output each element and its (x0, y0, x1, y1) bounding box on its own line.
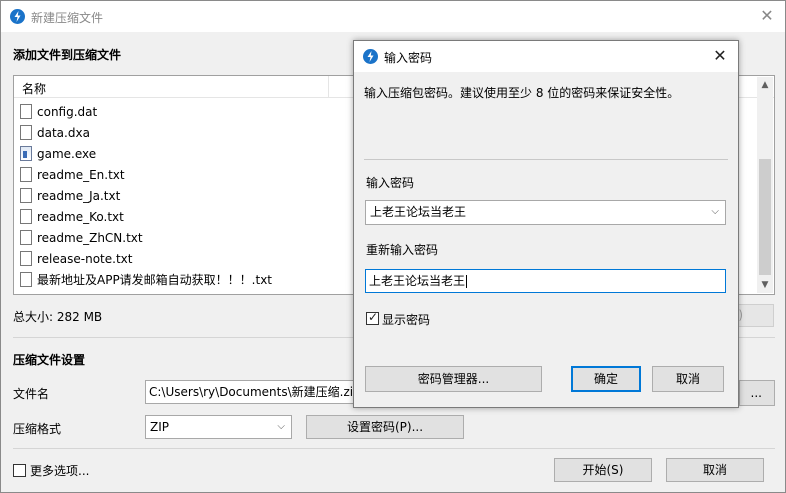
dialog-title-bar: 输入密码 ✕ (354, 41, 738, 72)
file-name: readme_En.txt (37, 167, 125, 182)
file-icon (20, 251, 32, 266)
confirm-password-input[interactable]: 上老王论坛当老王 (365, 269, 726, 293)
title-bar: 新建压缩文件 ✕ (1, 1, 785, 32)
file-row[interactable]: release-note.txt (20, 248, 132, 269)
set-password-button[interactable]: 设置密码(P)... (306, 415, 464, 439)
confirm-password-value: 上老王论坛当老王 (369, 274, 466, 288)
scroll-thumb[interactable] (759, 159, 771, 275)
file-row[interactable]: readme_Ja.txt (20, 185, 120, 206)
file-row[interactable]: readme_ZhCN.txt (20, 227, 143, 248)
file-name: game.exe (37, 146, 97, 161)
dialog-cancel-button[interactable]: 取消 (652, 366, 724, 392)
format-select-value: ZIP (150, 420, 169, 434)
dialog-title: 输入密码 (384, 51, 433, 65)
file-icon (20, 230, 32, 245)
password-label: 输入密码 (366, 176, 415, 190)
browse-button[interactable]: ... (739, 380, 775, 406)
scroll-down-icon[interactable]: ▼ (757, 277, 773, 293)
browse-label: ... (750, 386, 762, 400)
file-row[interactable]: data.dxa (20, 122, 90, 143)
file-row[interactable]: game.exe (20, 143, 96, 164)
column-divider[interactable] (328, 76, 329, 98)
file-name: readme_Ja.txt (37, 188, 121, 203)
file-name: release-note.txt (37, 251, 133, 266)
settings-heading: 压缩文件设置 (13, 353, 86, 367)
dialog-description: 输入压缩包密码。建议使用至少 8 位的密码来保证安全性。 (364, 86, 680, 100)
file-icon (20, 188, 32, 203)
password-manager-button[interactable]: 密码管理器... (365, 366, 542, 392)
file-name: readme_Ko.txt (37, 209, 124, 224)
column-header-label: 名称 (22, 82, 47, 96)
password-value: 上老王论坛当老王 (370, 205, 467, 219)
window-title: 新建压缩文件 (31, 11, 104, 25)
more-options-label[interactable]: 更多选项... (30, 462, 89, 479)
hidden-button-label: ) (738, 308, 743, 322)
main-cancel-button[interactable]: 取消 (666, 458, 764, 482)
app-logo-icon (10, 9, 25, 24)
file-name: 最新地址及APP请发邮箱自动获取！！！.txt (37, 273, 273, 287)
file-name: config.dat (37, 104, 98, 119)
file-icon (20, 272, 32, 287)
exe-icon (20, 146, 32, 161)
ok-button[interactable]: 确定 (571, 366, 641, 392)
total-size-text: 总大小: 282 MB (13, 310, 103, 324)
file-icon (20, 125, 32, 140)
start-button[interactable]: 开始(S) (554, 458, 652, 482)
file-row[interactable]: config.dat (20, 101, 97, 122)
format-select[interactable]: ZIP ⌵ (145, 415, 292, 439)
show-password-label[interactable]: 显示密码 (382, 311, 430, 328)
scroll-up-icon[interactable]: ▲ (757, 77, 773, 93)
file-icon (20, 209, 32, 224)
file-row[interactable]: readme_Ko.txt (20, 206, 124, 227)
app-logo-icon (363, 49, 378, 64)
text-caret (466, 275, 468, 288)
add-files-heading: 添加文件到压缩文件 (13, 48, 122, 62)
file-icon (20, 167, 32, 182)
more-options-checkbox[interactable] (13, 464, 26, 477)
file-name: readme_ZhCN.txt (37, 230, 143, 245)
dialog-divider (364, 159, 728, 160)
window-close-icon[interactable]: ✕ (757, 6, 777, 26)
file-row[interactable]: 最新地址及APP请发邮箱自动获取！！！.txt (20, 269, 272, 290)
confirm-password-label: 重新输入密码 (366, 243, 439, 257)
file-name: data.dxa (37, 125, 90, 140)
format-label: 压缩格式 (13, 422, 62, 436)
file-list-scrollbar[interactable]: ▲ ▼ (757, 77, 773, 293)
show-password-checkbox[interactable] (366, 310, 379, 325)
password-combo[interactable]: 上老王论坛当老王 ⌵ (365, 200, 726, 225)
password-dialog: 输入密码 ✕ 输入压缩包密码。建议使用至少 8 位的密码来保证安全性。 输入密码… (353, 40, 739, 408)
file-icon (20, 104, 32, 119)
chevron-down-icon[interactable]: ⌵ (711, 201, 719, 223)
file-row[interactable]: readme_En.txt (20, 164, 125, 185)
dialog-close-icon[interactable]: ✕ (710, 46, 730, 66)
filename-input[interactable]: C:\Users\ry\Documents\新建压缩.zip (145, 380, 359, 404)
chevron-down-icon: ⌵ (277, 421, 285, 432)
divider-2 (13, 448, 775, 449)
filename-label: 文件名 (13, 387, 50, 401)
